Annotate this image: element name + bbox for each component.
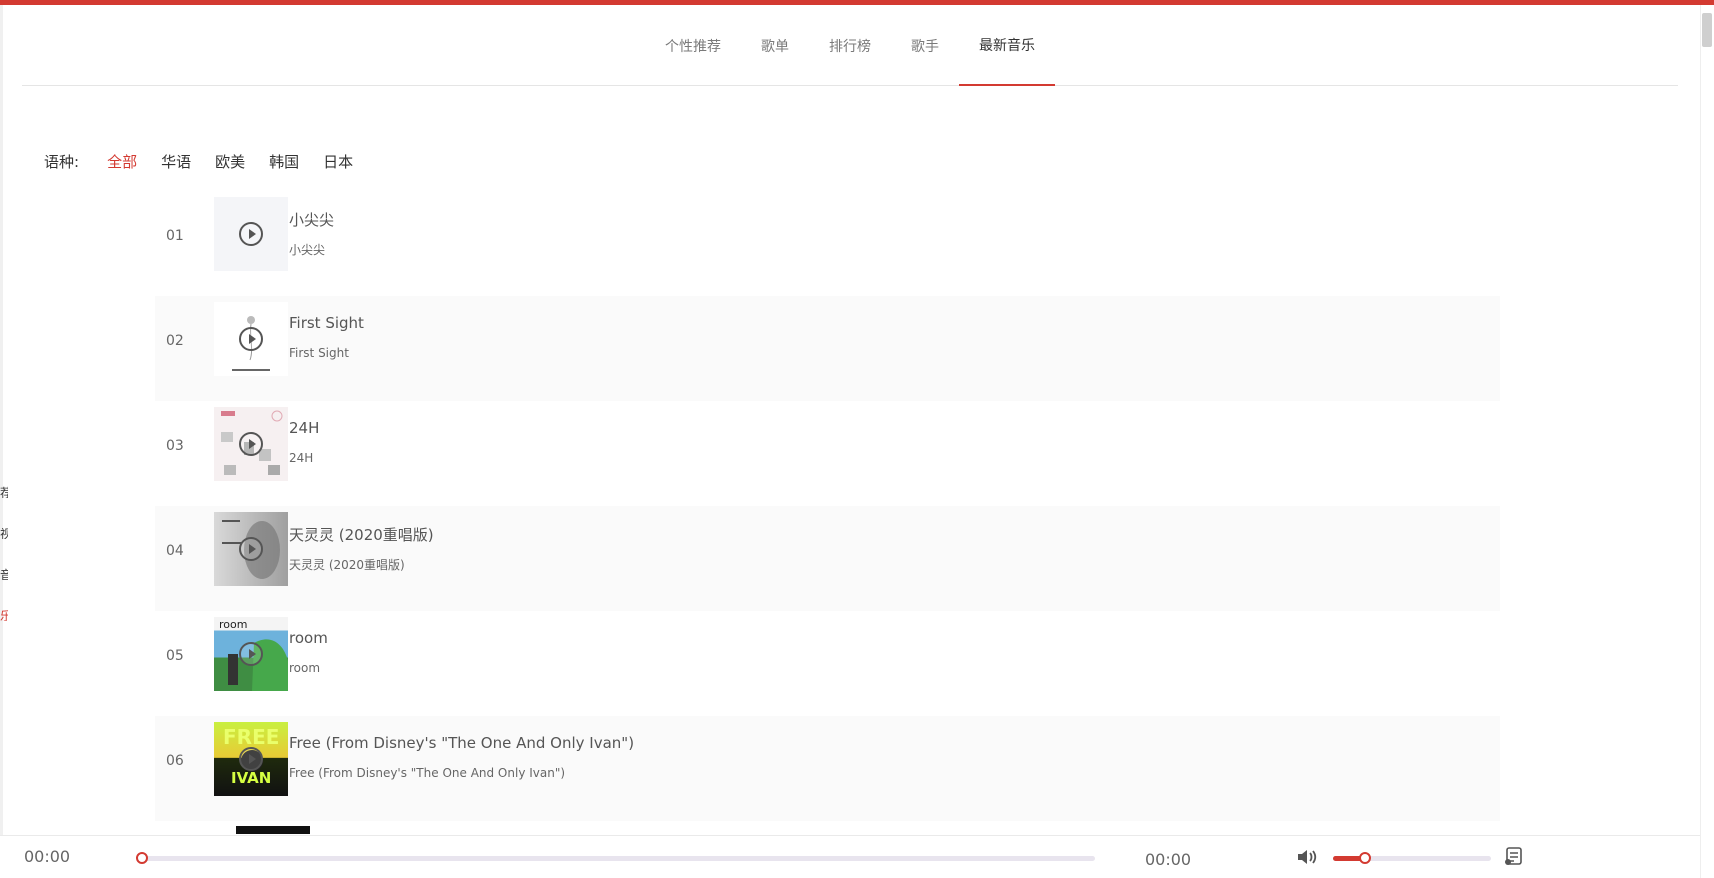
language-option-japanese[interactable]: 日本 [323,151,353,172]
tab-personal-recommendations[interactable]: 个性推荐 [645,5,741,86]
album-cover[interactable] [214,407,288,481]
song-title[interactable]: 24H [289,419,319,437]
song-title[interactable]: First Sight [289,314,364,332]
volume-knob[interactable] [1358,852,1371,864]
sidebar-fragment-1: 荐 [0,486,8,498]
song-number: 03 [166,438,184,454]
latest-song-list: 01 小尖尖 小尖尖 02 First Sight First Sight 03… [155,191,1500,821]
playlist-icon[interactable] [1504,846,1524,866]
sidebar-fragment-2: 视 [0,527,8,539]
language-option-western[interactable]: 欧美 [215,151,245,172]
song-subtitle: 小尖尖 [289,243,326,257]
tab-label: 排行榜 [829,38,871,55]
current-time: 00:00 [24,847,71,866]
page-scrollbar[interactable] [1700,5,1714,878]
language-option-all[interactable]: 全部 [107,151,137,172]
song-number: 02 [166,333,184,349]
song-subtitle: 24H [289,451,314,465]
music-tabs: 个性推荐 歌单 排行榜 歌手 最新音乐 [22,5,1678,86]
language-filter: 语种: 全部 华语 欧美 韩国 日本 [44,148,377,174]
song-subtitle: 天灵灵 (2020重唱版) [289,558,405,572]
song-row-06[interactable]: 06 FREE IVAN Free (From Disney's "The One… [155,716,1500,821]
song-row-01[interactable]: 01 小尖尖 小尖尖 [155,191,1500,296]
language-filter-label: 语种: [44,152,80,171]
song-row-05[interactable]: 05 room room room [155,611,1500,716]
song-number: 05 [166,648,184,664]
play-icon[interactable] [239,747,263,771]
song-title[interactable]: Free (From Disney's "The One And Only Iv… [289,734,634,752]
song-title[interactable]: room [289,629,328,647]
album-cover[interactable] [214,512,288,586]
language-option-chinese[interactable]: 华语 [161,151,191,172]
play-icon[interactable] [239,222,263,246]
scrollbar-thumb[interactable] [1702,13,1712,47]
tab-label: 最新音乐 [979,37,1035,54]
song-subtitle: First Sight [289,346,349,360]
song-subtitle: Free (From Disney's "The One And Only Iv… [289,766,566,780]
song-title[interactable]: 小尖尖 [289,209,334,230]
song-row-02[interactable]: 02 First Sight First Sight [155,296,1500,401]
play-icon[interactable] [239,327,263,351]
language-option-korean[interactable]: 韩国 [269,151,299,172]
tab-label: 个性推荐 [665,38,721,55]
tab-latest-music[interactable]: 最新音乐 [959,5,1055,86]
album-cover[interactable] [214,302,288,376]
play-icon[interactable] [239,432,263,456]
song-row-04[interactable]: 04 天灵灵 (2020重唱版) 天灵灵 (2020重唱版) [155,506,1500,611]
album-cover[interactable] [214,197,288,271]
tab-artists[interactable]: 歌手 [891,5,959,86]
music-player-bar: 00:00 00:00 [0,835,1700,878]
album-cover[interactable]: FREE IVAN [214,722,288,796]
playback-progress-slider[interactable] [136,852,1095,864]
song-number: 06 [166,753,184,769]
song-row-03[interactable]: 03 24H 24H [155,401,1500,506]
next-album-cover-partial [236,826,310,834]
song-title[interactable]: 天灵灵 (2020重唱版) [289,524,434,545]
play-icon[interactable] [239,642,263,666]
play-icon[interactable] [239,537,263,561]
sidebar-fragment-4: 乐 [0,609,8,621]
volume-icon[interactable] [1296,848,1318,866]
svg-text:room: room [219,618,247,631]
tab-label: 歌手 [911,38,939,55]
tab-playlists[interactable]: 歌单 [741,5,809,86]
svg-text:FREE: FREE [223,725,279,749]
tab-label: 歌单 [761,38,789,55]
album-cover[interactable]: room [214,617,288,691]
duration-time: 00:00 [1145,850,1192,869]
song-number: 04 [166,543,184,559]
song-number: 01 [166,228,184,244]
song-subtitle: room [289,661,321,675]
progress-knob[interactable] [136,852,148,864]
sidebar-fragment-3: 音 [0,568,8,580]
left-sidebar-edge [0,5,3,878]
tab-rankings[interactable]: 排行榜 [809,5,891,86]
volume-slider[interactable] [1333,852,1491,864]
